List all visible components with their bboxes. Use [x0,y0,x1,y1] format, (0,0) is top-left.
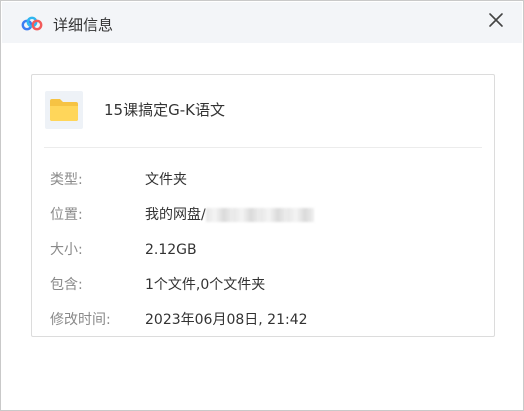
detail-value-location[interactable]: 我的网盘/ [145,206,314,224]
detail-row-size: 大小: 2.12GB [50,241,484,259]
file-name: 15课搞定G-K语文 [104,101,225,119]
folder-icon [50,99,78,121]
dialog-title: 详细信息 [53,16,114,34]
detail-row-modified: 修改时间: 2023年06月08日, 21:42 [50,311,484,329]
redacted-path [205,208,314,222]
detail-row-contains: 包含: 1个文件,0个文件夹 [50,276,484,294]
detail-row-location: 位置: 我的网盘/ [50,206,484,224]
divider [44,147,482,148]
detail-value: 2.12GB [145,242,197,258]
title-bar: 详细信息 [2,2,522,43]
detail-label: 类型: [50,172,83,188]
detail-label: 大小: [50,242,83,258]
detail-label: 位置: [50,207,83,223]
folder-thumbnail [45,91,83,129]
baidu-netdisk-cloud-icon [21,16,43,31]
detail-value: 2023年06月08日, 21:42 [145,312,308,328]
close-icon[interactable] [486,10,506,30]
detail-label: 修改时间: [50,312,111,328]
location-text: 我的网盘/ [145,207,206,223]
detail-label: 包含: [50,277,83,293]
detail-row-type: 类型: 文件夹 [50,171,484,189]
details-dialog: 详细信息 15课搞定G-K语文 类型: 文件夹 位置: 我的网盘/ 大小: 2.… [0,0,524,411]
details-card: 15课搞定G-K语文 类型: 文件夹 位置: 我的网盘/ 大小: 2.12GB … [31,74,495,337]
detail-value: 1个文件,0个文件夹 [145,277,266,293]
detail-value: 文件夹 [145,172,187,188]
